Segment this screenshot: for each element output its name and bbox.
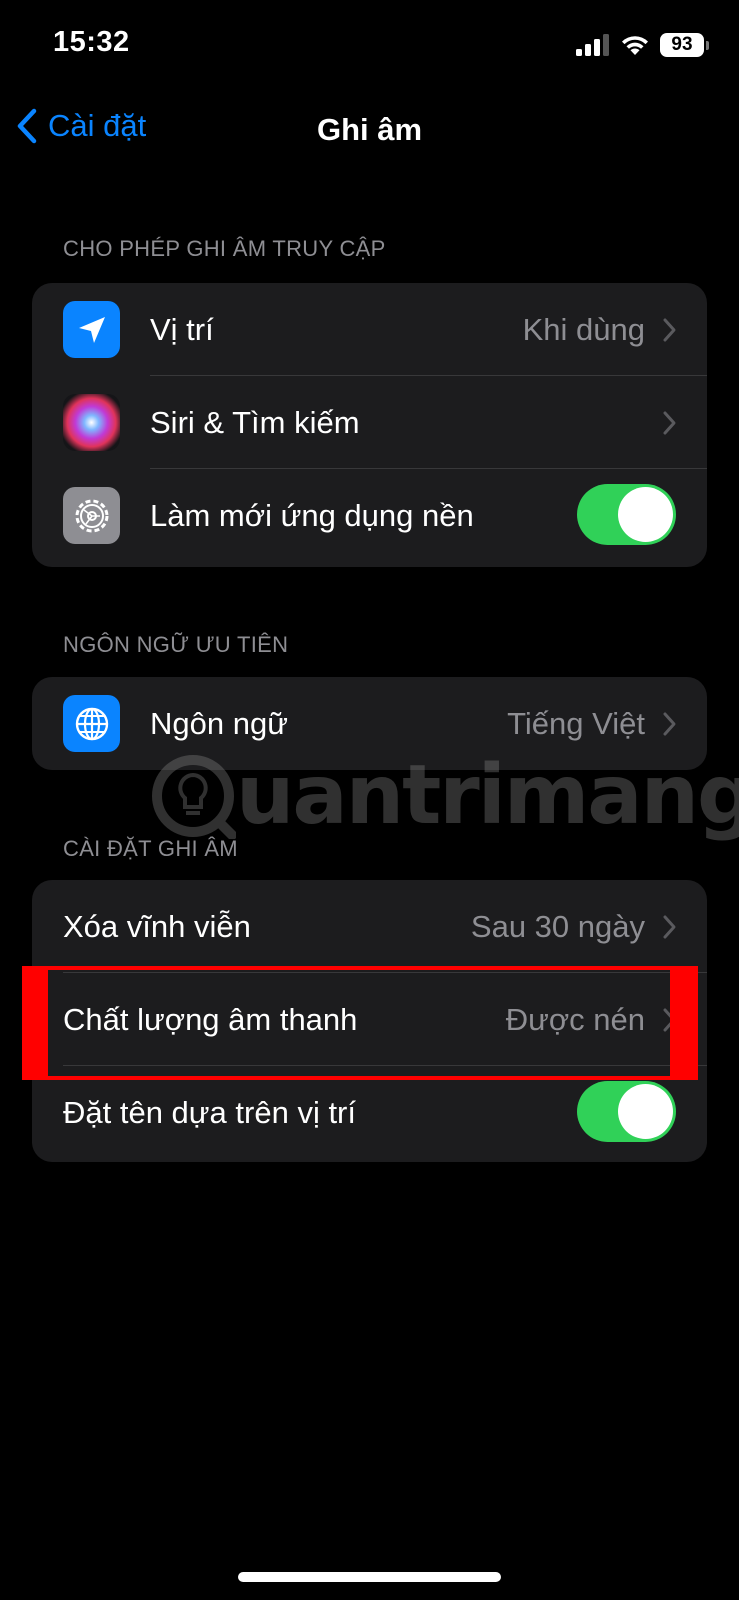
group-language: Ngôn ngữ Tiếng Việt (32, 677, 707, 770)
location-row[interactable]: Vị trí Khi dùng (32, 283, 707, 376)
section-header-language: NGÔN NGỮ ƯU TIÊN (63, 632, 289, 657)
siri-icon (63, 394, 120, 451)
language-label: Ngôn ngữ (150, 705, 288, 741)
navigation-bar: Cài đặt Ghi âm (0, 100, 739, 160)
home-indicator[interactable] (238, 1572, 501, 1582)
siri-search-label: Siri & Tìm kiếm (150, 404, 360, 440)
group-access: Vị trí Khi dùng Siri & Tìm kiếm Làm mới … (32, 283, 707, 567)
chevron-right-icon (663, 712, 676, 736)
section-header-recording: CÀI ĐẶT GHI ÂM (63, 836, 238, 861)
location-naming-label: Đặt tên dựa trên vị trí (63, 1094, 356, 1130)
chevron-right-icon (663, 318, 676, 342)
section-header-access: CHO PHÉP GHI ÂM TRUY CẬP (63, 236, 386, 261)
toggle-knob (618, 487, 673, 542)
location-arrow-icon (63, 301, 120, 358)
highlight-box (22, 966, 698, 1080)
cellular-signal-icon (576, 34, 609, 56)
location-value: Khi dùng (522, 311, 645, 347)
background-refresh-label: Làm mới ứng dụng nền (150, 497, 474, 533)
clear-deleted-value: Sau 30 ngày (470, 908, 645, 944)
globe-icon (63, 695, 120, 752)
battery-tip (706, 40, 709, 50)
toggle-knob (618, 1084, 673, 1139)
background-refresh-toggle[interactable] (577, 484, 676, 545)
siri-search-row[interactable]: Siri & Tìm kiếm (32, 376, 707, 469)
chevron-right-icon (663, 915, 676, 939)
battery-indicator: 93 (660, 33, 704, 57)
clear-deleted-label: Xóa vĩnh viễn (63, 908, 251, 944)
location-naming-toggle[interactable] (577, 1081, 676, 1142)
status-bar: 15:32 93 (0, 0, 739, 90)
gear-icon (63, 487, 120, 544)
page-title: Ghi âm (316, 112, 423, 147)
status-time: 15:32 (53, 26, 130, 58)
clear-deleted-row[interactable]: Xóa vĩnh viễn Sau 30 ngày (32, 880, 707, 973)
status-icons: 93 (576, 30, 709, 60)
language-row[interactable]: Ngôn ngữ Tiếng Việt (32, 677, 707, 770)
location-label: Vị trí (150, 311, 214, 347)
language-value: Tiếng Việt (507, 705, 645, 741)
wifi-icon (622, 36, 648, 55)
background-refresh-row: Làm mới ứng dụng nền (32, 469, 707, 562)
chevron-right-icon (663, 411, 676, 435)
